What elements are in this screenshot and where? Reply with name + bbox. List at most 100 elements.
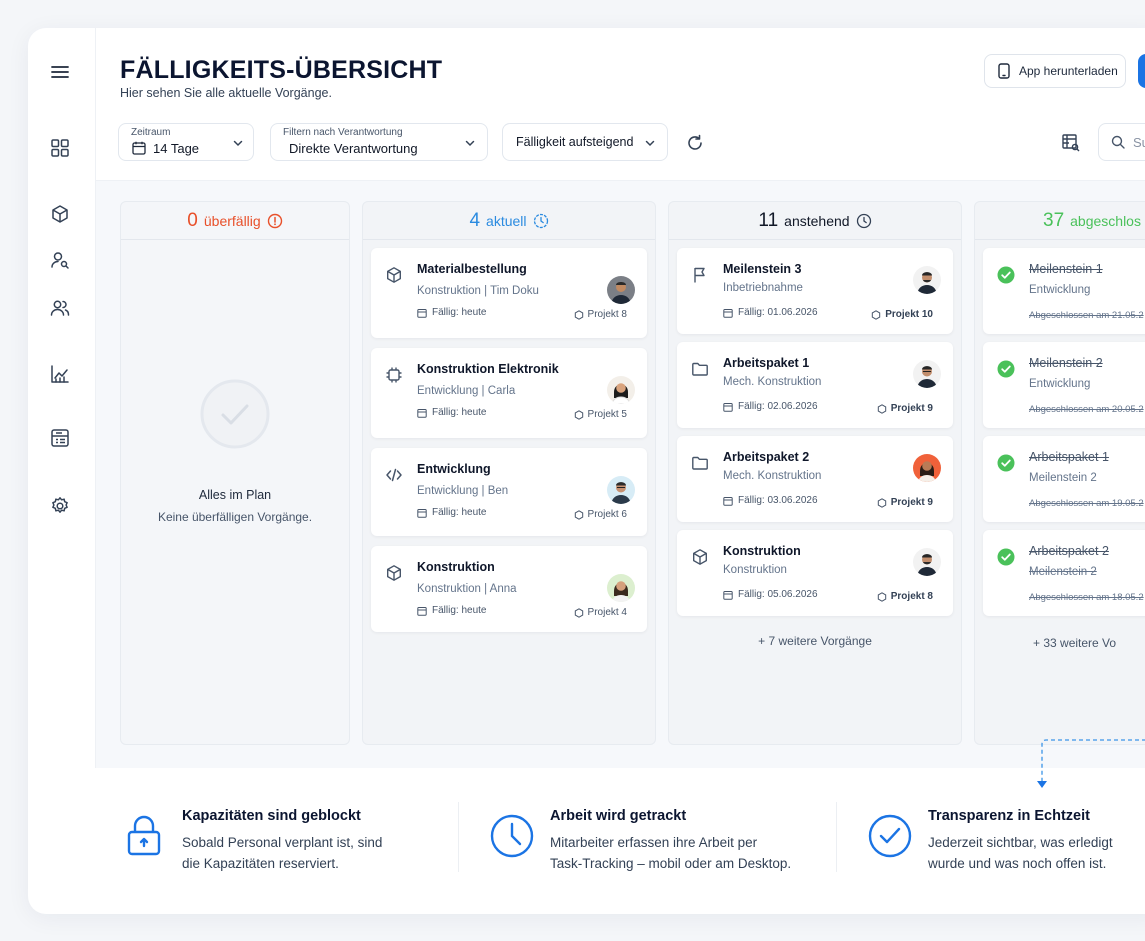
task-card[interactable]: Arbeitspaket 1 Meilenstein 2 Abgeschloss… <box>983 436 1145 522</box>
task-card[interactable]: Meilenstein 2 Entwicklung Abgeschlossen … <box>983 342 1145 428</box>
calendar-icon <box>417 408 427 418</box>
sort-value: Fälligkeit aufsteigend <box>516 135 634 149</box>
task-card[interactable]: Entwicklung Entwicklung | Ben Fällig: he… <box>371 448 647 536</box>
card-due-text: Fällig: 01.06.2026 <box>738 307 818 318</box>
card-due-text: Abgeschlossen am 18.05.2 <box>1029 592 1144 603</box>
card-subtitle: Mech. Konstruktion <box>723 376 822 388</box>
zeitraum-label: Zeitraum <box>131 127 171 138</box>
feature-title: Transparenz in Echtzeit <box>928 808 1090 824</box>
phone-icon <box>998 63 1010 79</box>
verantwortung-select[interactable]: Filtern nach Verantwortung Direkte Veran… <box>270 123 488 161</box>
card-due-text: Fällig: 05.06.2026 <box>738 589 818 600</box>
card-due-text: Abgeschlossen am 21.05.2 <box>1029 310 1144 321</box>
check-circle-icon <box>997 360 1015 378</box>
task-card[interactable]: Meilenstein 3 Inbetriebnahme Fällig: 01.… <box>677 248 953 334</box>
chevron-down-icon <box>465 140 475 147</box>
upcoming-count: 11 <box>758 209 779 231</box>
cube-icon[interactable] <box>48 202 72 226</box>
kanban-board: 0 überfällig Alles im Plan Keine überfäl… <box>96 180 1145 768</box>
card-subtitle: Entwicklung | Ben <box>417 485 509 497</box>
card-project-text: Projekt 9 <box>890 497 933 508</box>
card-project: Projekt 5 <box>574 409 627 420</box>
avatar <box>913 548 941 576</box>
card-project-text: Projekt 10 <box>885 309 933 320</box>
card-project-text: Projekt 8 <box>587 309 627 320</box>
task-card[interactable]: Konstruktion Elektronik Entwicklung | Ca… <box>371 348 647 438</box>
flag-icon <box>694 267 705 283</box>
card-project-text: Projekt 6 <box>587 509 627 520</box>
card-subtitle: Entwicklung <box>1029 284 1091 296</box>
feature-description: Jederzeit sichtbar, was erledigt wurde un… <box>928 832 1145 874</box>
project-icon <box>574 409 583 420</box>
task-card[interactable]: Arbeitspaket 2 Meilenstein 2 Abgeschloss… <box>983 530 1145 616</box>
feature-line: wurde und was noch offen ist. <box>928 856 1107 871</box>
zeitraum-value: 14 Tage <box>153 141 200 156</box>
card-title: Konstruktion <box>417 560 495 574</box>
refresh-icon[interactable] <box>684 132 706 154</box>
card-title: Meilenstein 1 <box>1029 262 1103 276</box>
app-window: FÄLLIGKEITS-ÜBERSICHT Hier sehen Sie all… <box>28 28 1145 914</box>
card-due-text: Fällig: 03.06.2026 <box>738 495 818 506</box>
card-title: Arbeitspaket 1 <box>1029 450 1109 464</box>
card-due-text: Fällig: 02.06.2026 <box>738 401 818 412</box>
dashboard-icon[interactable] <box>48 136 72 160</box>
users-icon[interactable] <box>48 296 72 320</box>
app-download-label: App herunterladen <box>1019 64 1118 78</box>
card-project-text: Projekt 5 <box>587 409 627 420</box>
task-card[interactable]: Konstruktion Konstruktion | Anna Fällig:… <box>371 546 647 632</box>
calendar-icon <box>417 508 427 518</box>
app-download-button[interactable]: App herunterladen <box>984 54 1126 88</box>
more-link[interactable]: + 7 weitere Vorgänge <box>669 634 961 648</box>
empty-state-title: Alles im Plan <box>198 488 272 502</box>
empty-state-text: Keine überfälligen Vorgänge. <box>157 510 313 524</box>
project-icon <box>877 403 886 414</box>
sort-select[interactable]: Fälligkeit aufsteigend <box>502 123 668 161</box>
folder-icon <box>692 456 708 470</box>
card-due: Fällig: heute <box>417 507 486 518</box>
card-project: Projekt 9 <box>877 403 933 414</box>
list-panel-icon[interactable] <box>48 426 72 450</box>
user-search-icon[interactable] <box>48 248 72 272</box>
column-overdue: 0 überfällig Alles im Plan Keine überfäl… <box>120 201 350 745</box>
card-title: Meilenstein 3 <box>723 262 802 276</box>
menu-icon[interactable] <box>48 60 72 84</box>
project-icon <box>574 509 583 520</box>
card-due: Fällig: heute <box>417 307 486 318</box>
card-due-text: Abgeschlossen am 20.05.2 <box>1029 404 1144 415</box>
project-icon <box>877 497 886 508</box>
zeitraum-select[interactable]: Zeitraum 14 Tage <box>118 123 254 161</box>
page-subtitle: Hier sehen Sie alle aktuelle Vorgänge. <box>120 86 332 100</box>
avatar <box>913 266 941 294</box>
chart-icon[interactable] <box>48 362 72 386</box>
column-upcoming: 11 anstehend Meilenstein 3 Inbetriebnahm… <box>668 201 962 745</box>
task-card[interactable]: Meilenstein 1 Entwicklung Abgeschlossen … <box>983 248 1145 334</box>
card-due: Fällig: 01.06.2026 <box>723 307 818 318</box>
column-header: 0 überfällig <box>121 202 349 240</box>
settings-icon[interactable] <box>48 494 72 518</box>
card-title: Materialbestellung <box>417 262 527 276</box>
calendar-icon <box>132 141 146 155</box>
card-subtitle: Entwicklung | Carla <box>417 385 516 397</box>
task-card[interactable]: Konstruktion Konstruktion Fällig: 05.06.… <box>677 530 953 616</box>
avatar <box>913 360 941 388</box>
card-project-text: Projekt 8 <box>890 591 933 602</box>
task-card[interactable]: Arbeitspaket 2 Mech. Konstruktion Fällig… <box>677 436 953 522</box>
card-subtitle: Konstruktion | Tim Doku <box>417 285 539 297</box>
card-title: Entwicklung <box>417 462 491 476</box>
search-input[interactable]: Su <box>1098 123 1145 161</box>
task-card[interactable]: Arbeitspaket 1 Mech. Konstruktion Fällig… <box>677 342 953 428</box>
project-icon <box>877 591 886 602</box>
task-card[interactable]: Materialbestellung Konstruktion | Tim Do… <box>371 248 647 338</box>
card-due: Fällig: heute <box>417 407 486 418</box>
dashed-arrow-connector <box>1037 739 1145 788</box>
avatar <box>607 476 635 504</box>
table-search-icon[interactable] <box>1060 132 1082 154</box>
code-icon <box>386 468 402 482</box>
primary-action-button[interactable] <box>1138 54 1145 88</box>
calendar-icon <box>723 496 733 506</box>
clock-icon <box>533 213 548 228</box>
clock-icon <box>490 814 534 858</box>
card-subtitle: Mech. Konstruktion <box>723 470 822 482</box>
more-link[interactable]: + 33 weitere Vo <box>975 636 1145 650</box>
card-project: Projekt 4 <box>574 607 627 618</box>
